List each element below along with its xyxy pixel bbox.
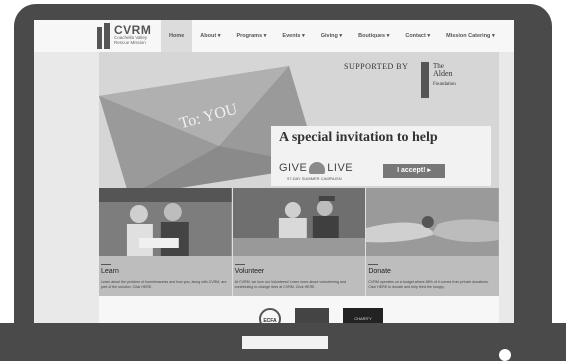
learn-photo	[99, 188, 232, 256]
live-text: LIVE	[327, 162, 354, 174]
nav-item-contact[interactable]: Contact ▾	[397, 20, 438, 52]
feature-columns: Learn Learn about the problem of homeles…	[99, 188, 500, 296]
donate-photo	[366, 188, 500, 256]
power-indicator	[499, 349, 511, 361]
column-donate[interactable]: Donate CVRM operates on a budget where 8…	[365, 188, 500, 296]
accept-button[interactable]: I accept! ▸	[383, 164, 445, 178]
nav-item-about[interactable]: About ▾	[192, 20, 228, 52]
nav-item-boutiques[interactable]: Boutiques ▾	[350, 20, 397, 52]
nav-item-giving[interactable]: Giving ▾	[313, 20, 350, 52]
campaign-label: 97-DAY SUMMER CAMPAIGN	[287, 176, 342, 181]
column-divider	[101, 264, 111, 265]
nav-item-events[interactable]: Events ▾	[274, 20, 312, 52]
pillar-icon	[421, 62, 429, 98]
column-text: At CVRM, we love our Volunteers! Learn m…	[234, 280, 346, 289]
column-divider	[368, 264, 379, 265]
invite-title: A special invitation to help	[279, 130, 438, 145]
nav-item-home[interactable]: Home	[161, 20, 193, 52]
hero-banner[interactable]: To: YOU SUPPORTED BY The Alden Foundatio…	[99, 52, 499, 188]
volunteer-photo	[232, 188, 366, 256]
give-live-logo: GIVE LIVE	[279, 162, 354, 175]
column-title: Donate	[368, 268, 391, 275]
nav-item-mission-catering[interactable]: Mission Catering ▾	[438, 20, 503, 52]
supported-by-label: SUPPORTED BY	[344, 62, 409, 71]
column-title: Learn	[101, 268, 119, 275]
invite-card: A special invitation to help GIVE LIVE 97…	[271, 126, 491, 186]
laptop-screen: CVRM Coachella Valley Rescue Mission Hom…	[34, 20, 514, 333]
heart-icon	[309, 162, 326, 175]
nav-item-programs[interactable]: Programs ▾	[228, 20, 274, 52]
sponsor-logo: The Alden Foundation	[419, 60, 467, 102]
site-header: CVRM Coachella Valley Rescue Mission Hom…	[34, 20, 514, 52]
logo-icon[interactable]	[97, 23, 111, 49]
column-text: CVRM operates on a budget where 88% of i…	[368, 280, 489, 289]
laptop-notch	[242, 336, 328, 349]
column-text: Learn about the problem of homelessness …	[101, 280, 227, 289]
column-volunteer[interactable]: Volunteer At CVRM, we love our Volunteer…	[231, 188, 366, 296]
main-nav: Home About ▾ Programs ▾ Events ▾ Giving …	[161, 20, 503, 52]
sponsor-line-2: Alden	[433, 69, 453, 78]
column-divider	[234, 264, 245, 265]
sponsor-line-3: Foundation	[433, 82, 456, 87]
logo-subtitle: Coachella Valley Rescue Mission	[114, 35, 148, 45]
column-learn[interactable]: Learn Learn about the problem of homeles…	[99, 188, 232, 296]
laptop-frame: CVRM Coachella Valley Rescue Mission Hom…	[14, 4, 552, 361]
column-title: Volunteer	[234, 268, 265, 275]
give-text: GIVE	[279, 162, 308, 174]
